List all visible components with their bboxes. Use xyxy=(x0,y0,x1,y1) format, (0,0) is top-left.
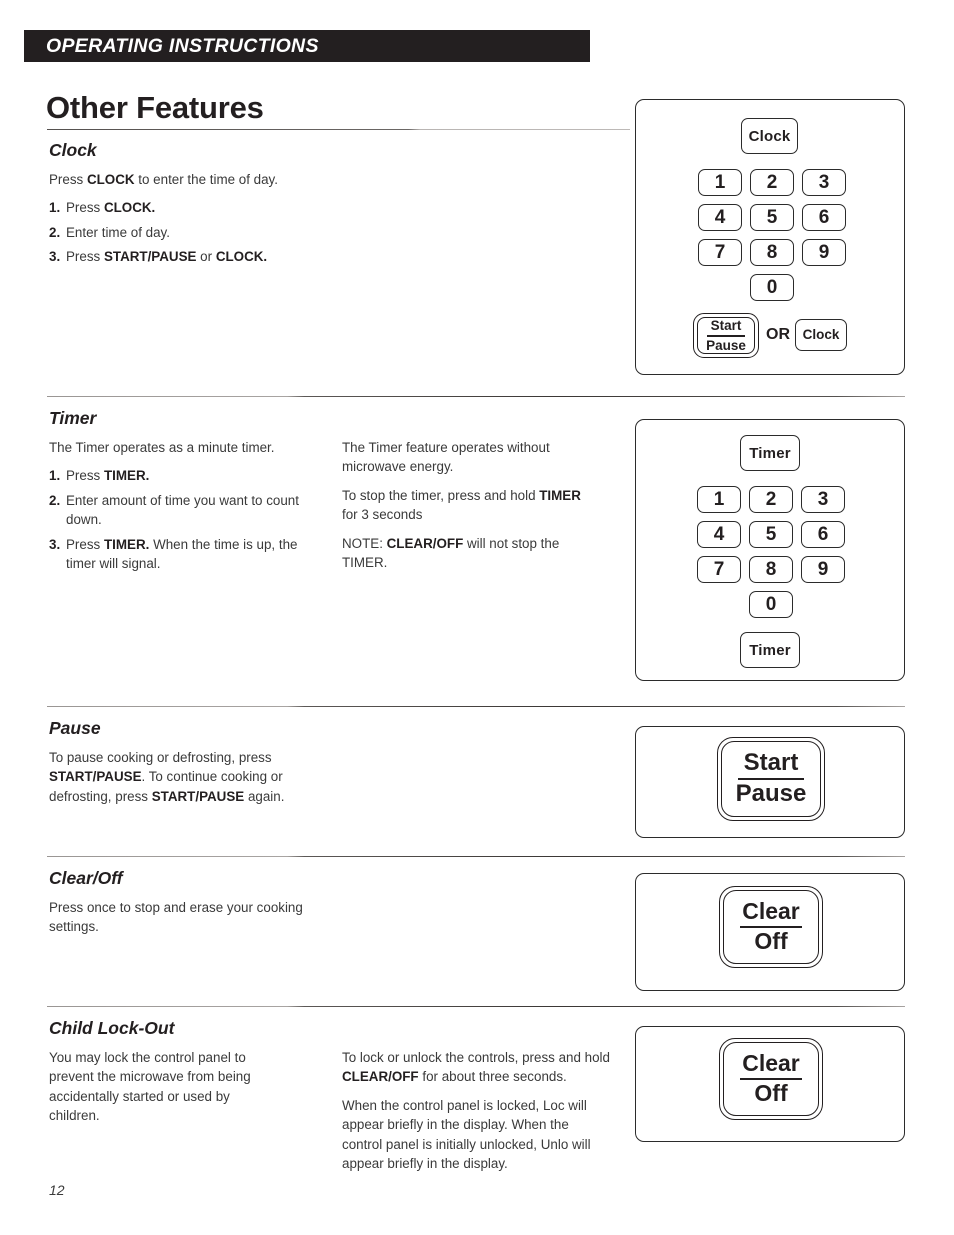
pause-diagram-panel: Start Pause xyxy=(635,726,905,838)
child-lock-out-note-1: To lock or unlock the controls, press an… xyxy=(342,1050,610,1085)
timer-body-column-left: The Timer operates as a minute timer. 1.… xyxy=(49,438,321,573)
clock-step-3: 3. Press START/PAUSE or CLOCK. xyxy=(49,247,349,266)
timer-diagram-panel: Timer 1 2 3 4 5 6 7 8 9 0 Timer xyxy=(635,419,905,681)
keypad-key-0[interactable]: 0 xyxy=(750,274,794,301)
clock-step-1: 1. Press CLOCK. xyxy=(49,198,349,217)
timer-steps: 1. Press TIMER. 2. Enter amount of time yo… xyxy=(49,466,321,573)
pause-body-column: To pause cooking or defrosting, press ST… xyxy=(49,748,331,806)
page-title: Other Features xyxy=(46,90,264,125)
keypad-key-6[interactable]: 6 xyxy=(802,204,846,231)
timer-key-bottom[interactable]: Timer xyxy=(740,632,800,668)
section-divider-clear-off xyxy=(47,856,905,857)
timer-step-1: 1. Press TIMER. xyxy=(49,466,321,485)
keypad-key-3[interactable]: 3 xyxy=(802,169,846,196)
clock-intro: Press CLOCK to enter the time of day. xyxy=(49,172,278,187)
running-header-title: OPERATING INSTRUCTIONS xyxy=(46,34,319,57)
step-number: 1. xyxy=(49,468,61,484)
timer-note-1: The Timer feature operates without micro… xyxy=(342,440,550,475)
keypad-key-7[interactable]: 7 xyxy=(698,239,742,266)
keypad-key-8[interactable]: 8 xyxy=(749,556,793,583)
start-pause-button[interactable]: Start Pause xyxy=(717,737,825,821)
clear-label: Clear xyxy=(742,898,800,925)
section-divider-timer xyxy=(47,396,905,397)
clock-numeric-keypad: 1 2 3 4 5 6 7 8 9 xyxy=(698,169,846,266)
keypad-key-2[interactable]: 2 xyxy=(749,486,793,513)
clock-step-2: 2. Enter time of day. xyxy=(49,223,349,242)
section-heading-timer: Timer xyxy=(49,408,97,428)
child-lock-out-note-2: When the control panel is locked, Loc wi… xyxy=(342,1097,591,1172)
timer-note-2: To stop the timer, press and hold TIMER … xyxy=(342,487,581,523)
page-number: 12 xyxy=(49,1182,65,1198)
timer-body-column-right: The Timer feature operates without micro… xyxy=(342,438,590,572)
keypad-key-4[interactable]: 4 xyxy=(698,204,742,231)
keypad-key-3[interactable]: 3 xyxy=(801,486,845,513)
step-number: 3. xyxy=(49,249,61,265)
keypad-key-6[interactable]: 6 xyxy=(801,521,845,548)
keypad-key-5[interactable]: 5 xyxy=(749,521,793,548)
clear-off-body-column: Press once to stop and erase your cookin… xyxy=(49,898,319,937)
clear-off-diagram-panel: Clear Off xyxy=(635,873,905,991)
child-lock-out-diagram-panel: Clear Off xyxy=(635,1026,905,1142)
keypad-key-1[interactable]: 1 xyxy=(697,486,741,513)
keypad-key-1[interactable]: 1 xyxy=(698,169,742,196)
step-number: 1. xyxy=(49,200,61,216)
section-heading-clock: Clock xyxy=(49,140,97,160)
clock-key-top[interactable]: Clock xyxy=(741,118,798,154)
clear-off-button[interactable]: Clear Off xyxy=(719,1038,823,1120)
clock-body-column: Press CLOCK to enter the time of day. 1.… xyxy=(49,170,349,267)
or-label: OR xyxy=(766,326,790,343)
pause-body: To pause cooking or defrosting, press ST… xyxy=(49,750,285,804)
section-heading-child-lock-out: Child Lock-Out xyxy=(49,1018,175,1038)
clock-steps: 1. Press CLOCK. 2. Enter time of day. 3. Pr… xyxy=(49,198,349,266)
section-heading-clear-off: Clear/Off xyxy=(49,868,123,888)
keypad-key-0[interactable]: 0 xyxy=(749,591,793,618)
pause-label: Pause xyxy=(735,780,807,808)
keypad-key-8[interactable]: 8 xyxy=(750,239,794,266)
child-lock-out-column-left: You may lock the control panel to preven… xyxy=(49,1048,275,1126)
keypad-key-2[interactable]: 2 xyxy=(750,169,794,196)
clock-start-pause-key[interactable]: Start Pause xyxy=(693,313,759,358)
step-number: 3. xyxy=(49,536,61,552)
clock-diagram-panel: Clock 1 2 3 4 5 6 7 8 9 0 Start Pause OR… xyxy=(635,99,905,375)
section-heading-pause: Pause xyxy=(49,718,101,738)
timer-key-top-label: Timer xyxy=(749,444,791,462)
child-lock-out-body: You may lock the control panel to preven… xyxy=(49,1050,251,1124)
running-header-bar: OPERATING INSTRUCTIONS xyxy=(24,30,590,62)
clear-off-button[interactable]: Clear Off xyxy=(719,886,823,968)
section-divider-pause xyxy=(47,706,905,707)
keypad-key-5[interactable]: 5 xyxy=(750,204,794,231)
start-label: Start xyxy=(743,749,799,777)
keypad-key-7[interactable]: 7 xyxy=(697,556,741,583)
start-label: Start xyxy=(710,317,742,333)
timer-step-3: 3. Press TIMER. When the time is up, the … xyxy=(49,536,298,572)
clear-off-body: Press once to stop and erase your cookin… xyxy=(49,900,303,935)
clock-key-top-label: Clock xyxy=(748,127,791,145)
document-page: OPERATING INSTRUCTIONS Other Features Cl… xyxy=(0,0,954,1235)
clock-key-alt[interactable]: Clock xyxy=(795,319,847,351)
timer-key-top[interactable]: Timer xyxy=(740,435,800,471)
timer-key-bottom-label: Timer xyxy=(749,641,791,659)
timer-step-2: 2. Enter amount of time you want to count… xyxy=(49,492,299,528)
pause-label: Pause xyxy=(706,337,746,353)
timer-intro: The Timer operates as a minute timer. xyxy=(49,440,275,455)
step-number: 2. xyxy=(49,492,61,508)
off-label: Off xyxy=(754,1080,788,1107)
step-number: 2. xyxy=(49,224,61,240)
child-lock-out-column-right: To lock or unlock the controls, press an… xyxy=(342,1048,610,1173)
clear-label: Clear xyxy=(742,1050,800,1077)
timer-numeric-keypad: 1 2 3 4 5 6 7 8 9 xyxy=(697,486,845,583)
keypad-key-9[interactable]: 9 xyxy=(801,556,845,583)
start-pause-divider xyxy=(707,334,745,337)
keypad-key-9[interactable]: 9 xyxy=(802,239,846,266)
keypad-key-4[interactable]: 4 xyxy=(697,521,741,548)
section-divider-child-lock-out xyxy=(47,1006,905,1007)
off-label: Off xyxy=(754,928,788,955)
page-title-rule xyxy=(47,129,630,130)
timer-note-3: NOTE: CLEAR/OFF will not stop the TIMER. xyxy=(342,535,560,571)
